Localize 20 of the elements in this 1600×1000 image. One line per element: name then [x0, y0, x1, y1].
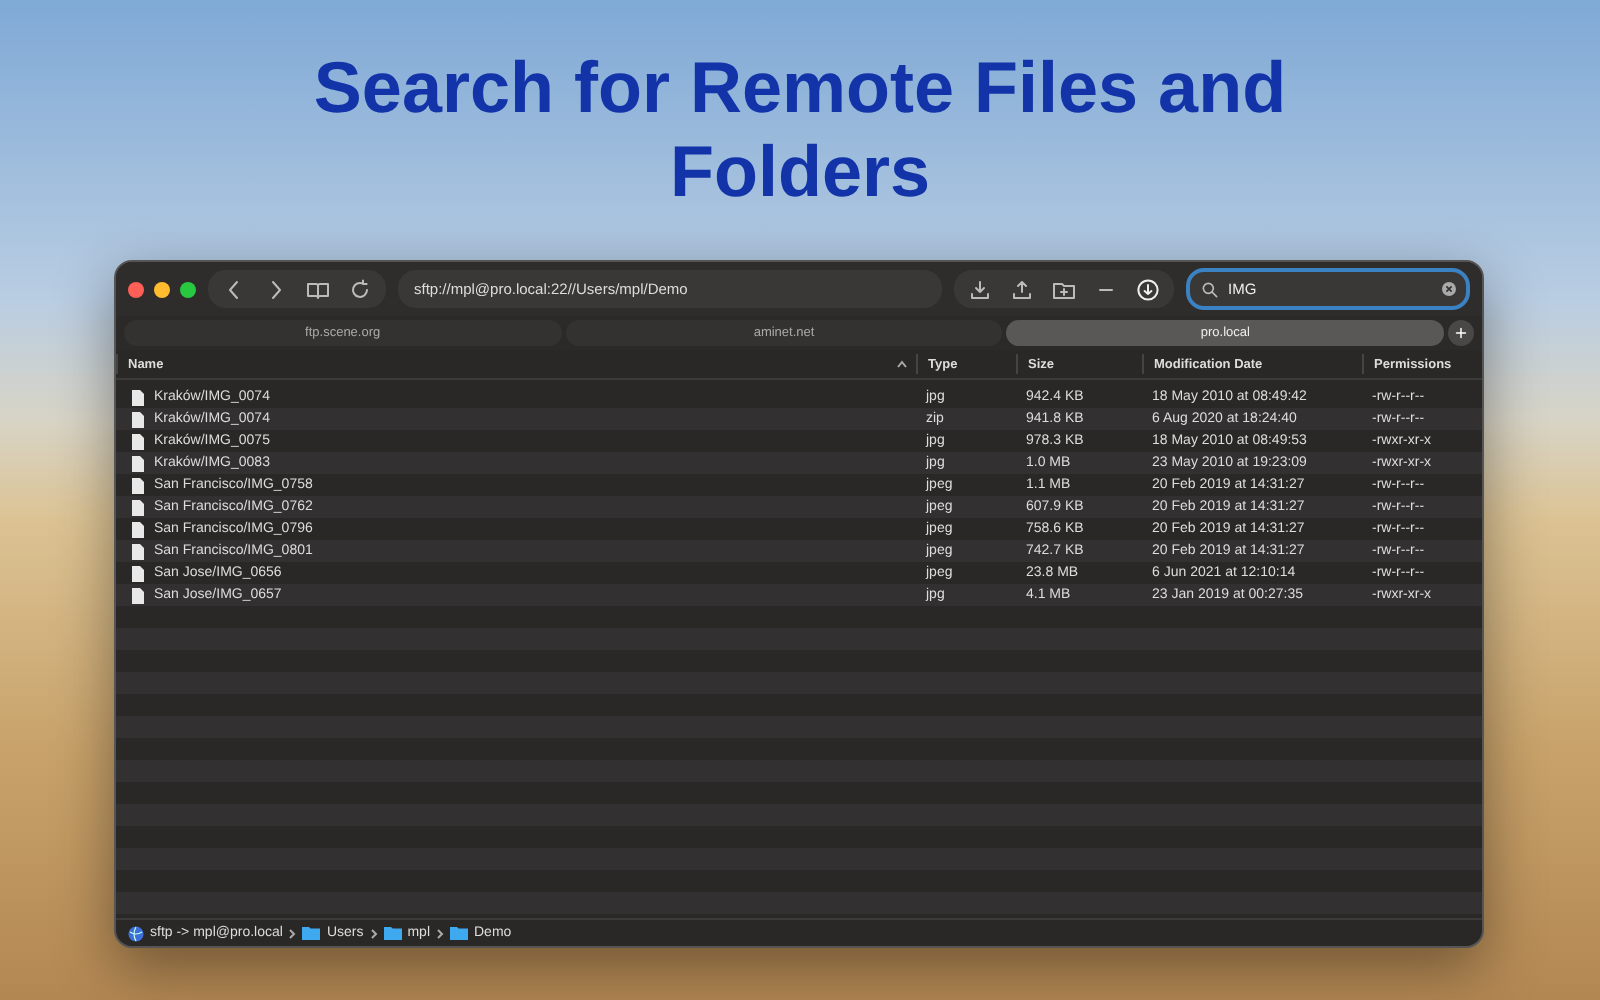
sort-icon [896, 360, 908, 368]
reload-icon[interactable] [348, 277, 372, 301]
close-button[interactable] [128, 281, 144, 297]
zoom-button[interactable] [180, 281, 196, 297]
chevron-icon [369, 927, 378, 939]
minimize-button[interactable] [154, 281, 170, 297]
book-icon[interactable] [306, 277, 330, 301]
upload-icon[interactable] [1010, 277, 1034, 301]
new-folder-icon[interactable] [1052, 277, 1076, 301]
download-icon[interactable] [968, 277, 992, 301]
download-circle-icon[interactable] [1136, 277, 1160, 301]
clear-icon[interactable] [1442, 282, 1456, 296]
headline: Search for Remote Files and Folders [311, 46, 1289, 214]
folder-icon [302, 926, 321, 940]
chevron-icon [436, 927, 444, 939]
globe-icon [128, 925, 144, 941]
chevron-icon [288, 927, 297, 939]
search-icon[interactable] [1200, 279, 1220, 299]
folder-icon [450, 926, 468, 940]
folder-icon [383, 926, 402, 940]
